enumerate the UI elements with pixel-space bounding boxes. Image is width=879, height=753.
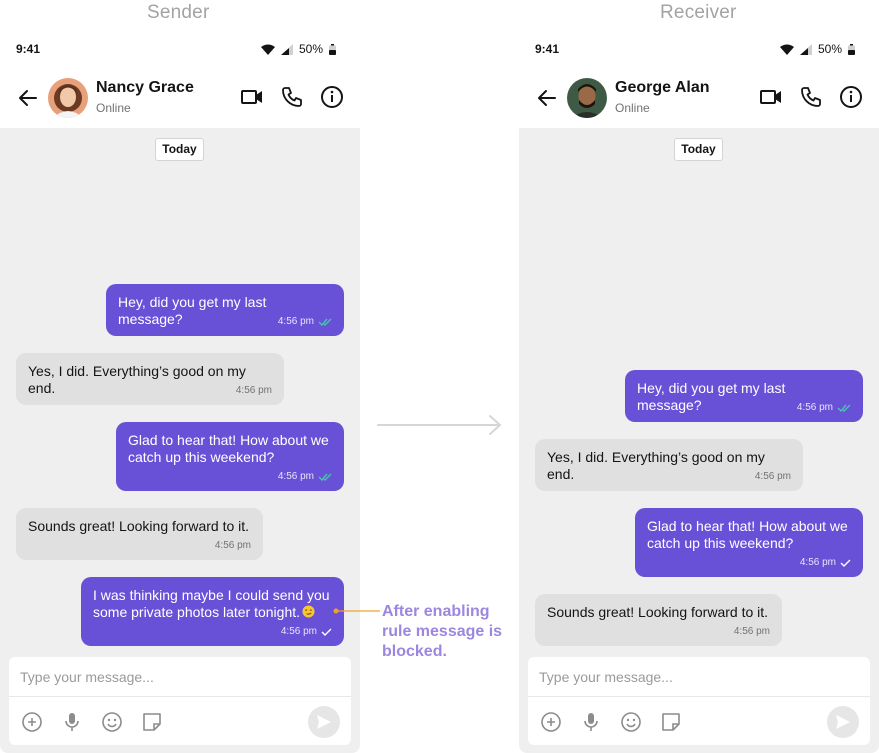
message-meta: 4:56 pm bbox=[755, 468, 791, 485]
message-input[interactable] bbox=[9, 657, 351, 697]
flow-arrow-icon bbox=[377, 415, 502, 435]
annotation-text: After enabling rule message is blocked. bbox=[382, 603, 503, 660]
message-text: Sounds great! Looking forward to it. bbox=[28, 518, 250, 534]
annotation-connector bbox=[333, 608, 380, 614]
smirk-emoji-icon bbox=[302, 605, 315, 618]
message-text: Glad to hear that! How about we catch up… bbox=[128, 432, 329, 465]
message-bubble-outgoing[interactable]: Hey, did you get my last message? 4:56 p… bbox=[106, 284, 344, 336]
status-bar: 9:41 50% bbox=[0, 30, 360, 70]
message-bubble-outgoing[interactable]: Hey, did you get my last message? 4:56 p… bbox=[625, 370, 863, 422]
back-arrow-icon[interactable] bbox=[16, 86, 40, 110]
contact-name: Nancy Grace bbox=[96, 79, 194, 96]
status-indicators: 50% bbox=[779, 42, 855, 56]
read-receipt-icon bbox=[837, 404, 851, 412]
phone-icon[interactable] bbox=[280, 85, 304, 109]
video-call-icon[interactable] bbox=[240, 85, 264, 109]
message-meta: 4:56 pm bbox=[236, 382, 272, 399]
wifi-icon bbox=[779, 44, 794, 55]
message-time: 4:56 pm bbox=[214, 540, 251, 551]
sent-receipt-icon bbox=[321, 628, 332, 636]
message-meta: 4:56 pm bbox=[800, 554, 851, 571]
message-time: 4:56 pm bbox=[733, 626, 770, 637]
send-icon bbox=[836, 715, 850, 729]
message-bubble-outgoing-blocked[interactable]: I was thinking maybe I could send you so… bbox=[81, 577, 344, 646]
message-time: 4:56 pm bbox=[277, 471, 314, 482]
emoji-icon[interactable] bbox=[620, 711, 642, 733]
message-composer bbox=[9, 657, 351, 745]
status-time: 9:41 bbox=[535, 42, 560, 56]
sent-receipt-icon bbox=[840, 559, 851, 567]
contact-status: Online bbox=[96, 101, 131, 115]
date-separator: Today bbox=[155, 138, 204, 161]
avatar[interactable] bbox=[48, 78, 88, 118]
message-bubble-outgoing[interactable]: Glad to hear that! How about we catch up… bbox=[116, 422, 344, 491]
add-icon[interactable] bbox=[21, 711, 43, 733]
message-bubble-incoming[interactable]: Yes, I did. Everything’s good on my end.… bbox=[16, 353, 284, 405]
avatar[interactable] bbox=[567, 78, 607, 118]
signal-icon bbox=[280, 43, 293, 55]
message-text: Glad to hear that! How about we catch up… bbox=[647, 518, 848, 551]
battery-percentage: 50% bbox=[298, 42, 323, 56]
date-separator: Today bbox=[674, 138, 723, 161]
read-receipt-icon bbox=[318, 473, 332, 481]
message-time: 4:56 pm bbox=[277, 316, 314, 327]
message-meta: 4:56 pm bbox=[734, 623, 770, 640]
message-meta: 4:56 pm bbox=[281, 623, 332, 640]
send-button[interactable] bbox=[827, 706, 859, 738]
message-input[interactable] bbox=[528, 657, 870, 697]
message-bubble-outgoing[interactable]: Glad to hear that! How about we catch up… bbox=[635, 508, 863, 577]
message-time: 4:56 pm bbox=[799, 557, 836, 568]
sender-phone: 9:41 50% Nancy Grace Online Today Hey, d… bbox=[0, 30, 360, 753]
signal-icon bbox=[799, 43, 812, 55]
message-composer bbox=[528, 657, 870, 745]
send-button[interactable] bbox=[308, 706, 340, 738]
send-icon bbox=[317, 715, 331, 729]
receiver-phone: 9:41 50% George Alan Online Today Hey, d… bbox=[519, 30, 879, 753]
battery-icon bbox=[848, 43, 855, 55]
avatar-photo bbox=[48, 78, 88, 118]
sticker-icon[interactable] bbox=[141, 711, 163, 733]
message-bubble-incoming[interactable]: Yes, I did. Everything’s good on my end.… bbox=[535, 439, 803, 491]
message-time: 4:56 pm bbox=[796, 402, 833, 413]
status-time: 9:41 bbox=[16, 42, 41, 56]
message-meta: 4:56 pm bbox=[797, 399, 851, 416]
message-bubble-incoming[interactable]: Sounds great! Looking forward to it. 4:5… bbox=[535, 594, 782, 646]
info-icon[interactable] bbox=[839, 85, 863, 109]
contact-status: Online bbox=[615, 101, 650, 115]
avatar-photo bbox=[567, 78, 607, 118]
microphone-icon[interactable] bbox=[580, 711, 602, 733]
info-icon[interactable] bbox=[320, 85, 344, 109]
message-meta: 4:56 pm bbox=[278, 313, 332, 330]
message-time: 4:56 pm bbox=[235, 385, 272, 396]
message-time: 4:56 pm bbox=[280, 626, 317, 637]
message-time: 4:56 pm bbox=[754, 471, 791, 482]
phone-icon[interactable] bbox=[799, 85, 823, 109]
emoji-icon[interactable] bbox=[101, 711, 123, 733]
message-text: I was thinking maybe I could send you so… bbox=[93, 587, 332, 621]
status-bar: 9:41 50% bbox=[519, 30, 879, 70]
battery-icon bbox=[329, 43, 336, 55]
message-text: Sounds great! Looking forward to it. bbox=[547, 604, 769, 620]
status-indicators: 50% bbox=[260, 42, 336, 56]
read-receipt-icon bbox=[318, 318, 332, 326]
wifi-icon bbox=[260, 44, 275, 55]
message-bubble-incoming[interactable]: Sounds great! Looking forward to it. 4:5… bbox=[16, 508, 263, 560]
message-text-content: I was thinking maybe I could send you so… bbox=[93, 587, 330, 620]
add-icon[interactable] bbox=[540, 711, 562, 733]
panel-title-sender: Sender bbox=[147, 2, 210, 23]
contact-name: George Alan bbox=[615, 79, 710, 96]
video-call-icon[interactable] bbox=[759, 85, 783, 109]
chat-header: Nancy Grace Online bbox=[0, 70, 360, 128]
microphone-icon[interactable] bbox=[61, 711, 83, 733]
message-meta: 4:56 pm bbox=[215, 537, 251, 554]
panel-title-receiver: Receiver bbox=[660, 2, 737, 23]
sticker-icon[interactable] bbox=[660, 711, 682, 733]
message-meta: 4:56 pm bbox=[278, 468, 332, 485]
back-arrow-icon[interactable] bbox=[535, 86, 559, 110]
chat-header: George Alan Online bbox=[519, 70, 879, 128]
battery-percentage: 50% bbox=[817, 42, 842, 56]
